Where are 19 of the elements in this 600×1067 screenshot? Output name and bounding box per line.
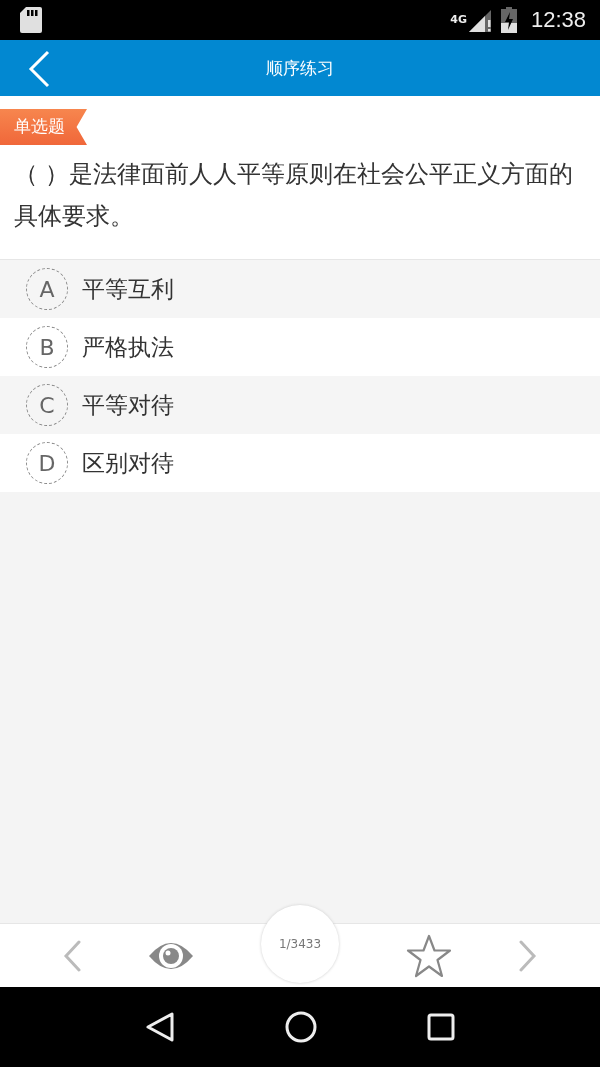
signal-icon bbox=[468, 8, 493, 32]
question-type-tag: 单选题 bbox=[0, 109, 87, 145]
recents-icon[interactable] bbox=[427, 1013, 455, 1041]
page-title: 顺序练习 bbox=[266, 56, 334, 80]
home-icon[interactable] bbox=[285, 1011, 317, 1043]
back-icon[interactable] bbox=[145, 1011, 175, 1043]
option-text: 平等互利 bbox=[82, 274, 174, 304]
star-icon[interactable] bbox=[405, 933, 452, 978]
answer-option[interactable]: B 严格执法 bbox=[0, 318, 600, 376]
answer-option[interactable]: D 区别对待 bbox=[0, 434, 600, 492]
option-text: 严格执法 bbox=[82, 332, 174, 362]
battery-icon bbox=[500, 7, 517, 33]
sd-card-icon bbox=[20, 7, 42, 33]
question-text: （ ）是法律面前人人平等原则在社会公平正义方面的具体要求。 bbox=[14, 159, 575, 232]
clock: 12:38 bbox=[530, 7, 586, 33]
option-text: 区别对待 bbox=[82, 448, 174, 478]
option-text: 平等对待 bbox=[82, 390, 174, 420]
question-counter: 1/3433 bbox=[261, 904, 339, 983]
network-type: 4G bbox=[450, 13, 467, 26]
